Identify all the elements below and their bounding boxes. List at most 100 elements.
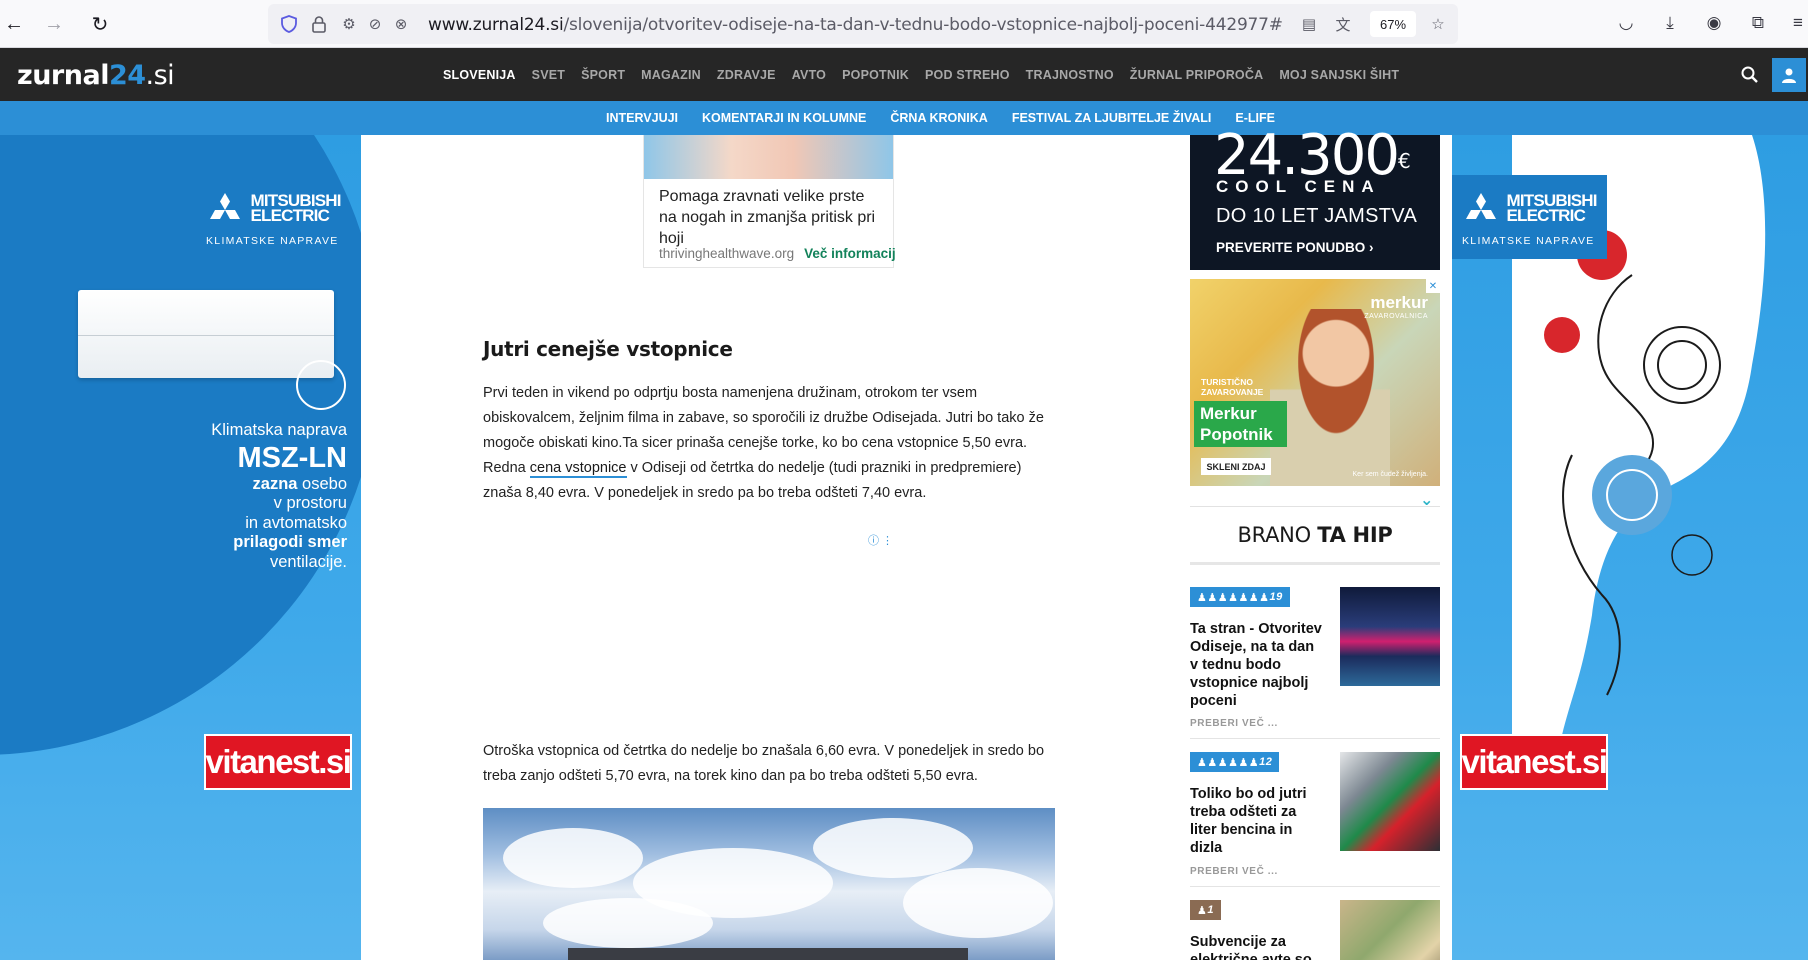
- left-banner-ad[interactable]: MITSUBISHI ELECTRIC KLIMATSKE NAPRAVE Kli…: [0, 135, 361, 960]
- native-ad-text[interactable]: Pomaga zravnati velike prste na nogah in…: [644, 179, 893, 249]
- reload-icon: ↻: [91, 13, 109, 36]
- nav-trajnostno[interactable]: TRAJNOSTNO: [1026, 68, 1114, 82]
- cena-vstopnice-link[interactable]: cena vstopnice: [529, 460, 627, 478]
- extensions-icon[interactable]: ⧉: [1745, 10, 1771, 36]
- nav-popotnik[interactable]: POPOTNIK: [842, 68, 909, 82]
- merkur-logo: merkur ZAVAROVALNICA: [1364, 293, 1428, 320]
- trending-item[interactable]: ♟♟♟♟♟♟ 12 Toliko bo od jutri treba odštet…: [1190, 752, 1440, 882]
- nav-pod-streho[interactable]: POD STREHO: [925, 68, 1010, 82]
- brand-sub: KLIMATSKE NAPRAVE: [1462, 235, 1595, 247]
- brand-line2: ELECTRIC: [1506, 206, 1586, 225]
- search-icon[interactable]: [1737, 62, 1761, 86]
- adchoices-icon[interactable]: ⓘ ⋮: [868, 532, 893, 548]
- lock-icon[interactable]: [308, 14, 330, 34]
- trending-item-title[interactable]: Toliko bo od jutri treba odšteti za lite…: [1190, 785, 1324, 857]
- trending-item[interactable]: ♟ 1 Subvencije za električne avte so: [1190, 900, 1440, 960]
- nav-sport[interactable]: ŠPORT: [581, 68, 625, 82]
- tracking-blocked-icon[interactable]: ⊗: [390, 14, 412, 34]
- nav-zurnal-priporoca[interactable]: ŽURNAL PRIPOROČA: [1130, 68, 1264, 82]
- right-banner-ad[interactable]: MITSUBISHI ELECTRIC KLIMATSKE NAPRAVE vit…: [1452, 135, 1808, 960]
- reader-view-icon[interactable]: ▤: [1298, 14, 1320, 34]
- native-ad-image: [644, 135, 893, 179]
- nav-svet[interactable]: SVET: [532, 68, 565, 82]
- mitsubishi-logo: MITSUBISHI ELECTRIC KLIMATSKE NAPRAVE: [1452, 175, 1607, 259]
- site-header: zurnal24.si SLOVENIJA SVET ŠPORT MAGAZIN…: [0, 48, 1808, 101]
- browser-toolbar: ← → ↻ ⚙ ⊘ ⊗ www.zurnal24.si/slovenija/ot…: [0, 0, 1808, 48]
- readers-icon: ♟♟♟♟♟♟♟: [1197, 591, 1270, 604]
- reload-button[interactable]: ↻: [86, 10, 114, 38]
- ad-line: in avtomatsko: [245, 513, 347, 532]
- autoplay-blocked-icon[interactable]: ⊘: [364, 14, 386, 34]
- sidebar-ad-price[interactable]: 24.300€ COOL CENA DO 10 LET JAMSTVA PREV…: [1190, 123, 1440, 270]
- reader-count-badge: ♟♟♟♟♟♟♟ 19: [1190, 587, 1290, 607]
- article-image: [483, 808, 1055, 960]
- sub-nav-list: INTERVJUJI KOMENTARJI IN KOLUMNE ČRNA KR…: [606, 101, 1275, 135]
- skleni-zdaj-button[interactable]: SKLENI ZDAJ: [1201, 458, 1271, 475]
- ad-product-name: Merkur Popotnik: [1194, 401, 1287, 447]
- nav-avto[interactable]: AVTO: [792, 68, 826, 82]
- ad-person-image: [1270, 309, 1390, 486]
- url-text[interactable]: www.zurnal24.si/slovenija/otvoritev-odis…: [428, 15, 1283, 35]
- ad-line: v prostoru: [273, 494, 347, 512]
- site-logo[interactable]: zurnal24.si: [17, 60, 175, 91]
- ad-model: MSZ-LN: [237, 441, 347, 474]
- native-ad[interactable]: Pomaga zravnati velike prste na nogah in…: [643, 135, 896, 268]
- ad-close-icon[interactable]: ✕: [1426, 279, 1440, 293]
- nav-moj-sanjski-siht[interactable]: MOJ SANJSKI ŠIHT: [1279, 68, 1399, 82]
- read-more-link[interactable]: PREBERI VEČ ...: [1190, 718, 1278, 729]
- brano-ta-hip-heading: BRANO TA HIP: [1237, 523, 1393, 547]
- nav-slovenija[interactable]: SLOVENIJA: [443, 68, 516, 82]
- native-ad-cta[interactable]: Več informacij: [804, 246, 896, 261]
- read-more-link[interactable]: PREBERI VEČ ...: [1190, 866, 1278, 877]
- arrow-right-icon: →: [44, 12, 64, 35]
- shield-icon[interactable]: [278, 14, 300, 34]
- download-icon[interactable]: ⤓: [1657, 10, 1683, 36]
- forward-button[interactable]: →: [40, 10, 68, 38]
- trending-item-thumbnail[interactable]: [1340, 752, 1440, 851]
- sidebar-ad-merkur[interactable]: merkur ZAVAROVALNICA TURISTIČNO ZAVAROVANJ…: [1190, 279, 1440, 486]
- ad-line: zazna osebo: [252, 474, 347, 493]
- mitsubishi-diamonds-icon: [1462, 193, 1502, 229]
- nav-magazin[interactable]: MAGAZIN: [641, 68, 701, 82]
- zoom-level[interactable]: 67%: [1370, 11, 1416, 37]
- user-button[interactable]: [1772, 58, 1806, 92]
- subnav-festival[interactable]: FESTIVAL ZA LJUBITELJE ŽIVALI: [1012, 111, 1212, 125]
- nav-zdravje[interactable]: ZDRAVJE: [717, 68, 776, 82]
- ad-copy: Klimatska naprava MSZ-LN zazna osebo v p…: [140, 421, 347, 572]
- ad-line: ventilacije.: [269, 552, 347, 571]
- vitanest-logo[interactable]: vitanest.si: [1460, 734, 1608, 790]
- trending-item-title[interactable]: Ta stran - Otvoritev Odiseje, na ta dan …: [1190, 620, 1324, 710]
- trending-item-thumbnail[interactable]: [1340, 900, 1440, 960]
- ad-tagline: Ker sem čudež življenja.: [1352, 471, 1428, 478]
- subnav-komentarji[interactable]: KOMENTARJI IN KOLUMNE: [702, 111, 866, 125]
- main-nav: SLOVENIJA SVET ŠPORT MAGAZIN ZDRAVJE AVT…: [443, 48, 1399, 101]
- divider: [1190, 506, 1440, 507]
- building-silhouette: [568, 948, 968, 960]
- ad-warranty: DO 10 LET JAMSTVA: [1216, 205, 1418, 227]
- url-bar[interactable]: ⚙ ⊘ ⊗ www.zurnal24.si/slovenija/otvorite…: [268, 4, 1458, 44]
- right-sidebar: 24.300€ COOL CENA DO 10 LET JAMSTVA PREV…: [1190, 123, 1441, 960]
- subnav-intervjuji[interactable]: INTERVJUJI: [606, 111, 678, 125]
- trending-item[interactable]: ♟♟♟♟♟♟♟ 19 Ta stran - Otvoritev Odiseje, …: [1190, 587, 1440, 729]
- menu-icon[interactable]: ≡: [1785, 10, 1808, 36]
- vitanest-logo[interactable]: vitanest.si: [204, 734, 352, 790]
- trending-item-title[interactable]: Subvencije za električne avte so: [1190, 933, 1324, 960]
- subnav-crna-kronika[interactable]: ČRNA KRONIKA: [890, 111, 987, 125]
- translate-icon[interactable]: 文: [1332, 14, 1354, 34]
- account-icon[interactable]: ◉: [1701, 10, 1727, 36]
- brand-sub: KLIMATSKE NAPRAVE: [206, 235, 339, 247]
- bookmark-star-icon[interactable]: ☆: [1427, 14, 1449, 34]
- ad-cta-button[interactable]: PREVERITE PONUDBO ›: [1216, 240, 1374, 255]
- air-conditioner-image: [78, 290, 334, 378]
- chevron-down-icon[interactable]: ⌄: [1420, 490, 1433, 510]
- permissions-icon[interactable]: ⚙: [338, 14, 360, 34]
- article-paragraph: Otroška vstopnica od četrtka do nedelje …: [483, 743, 1045, 784]
- back-button[interactable]: ←: [0, 10, 28, 38]
- reader-count-badge: ♟ 1: [1190, 900, 1221, 920]
- pocket-icon[interactable]: ◡: [1613, 10, 1639, 36]
- divider: [1190, 738, 1440, 739]
- arrow-left-icon: ←: [4, 12, 24, 35]
- divider: [1190, 562, 1440, 565]
- trending-item-thumbnail[interactable]: [1340, 587, 1440, 686]
- native-ad-source: thrivinghealthwave.org: [659, 246, 795, 261]
